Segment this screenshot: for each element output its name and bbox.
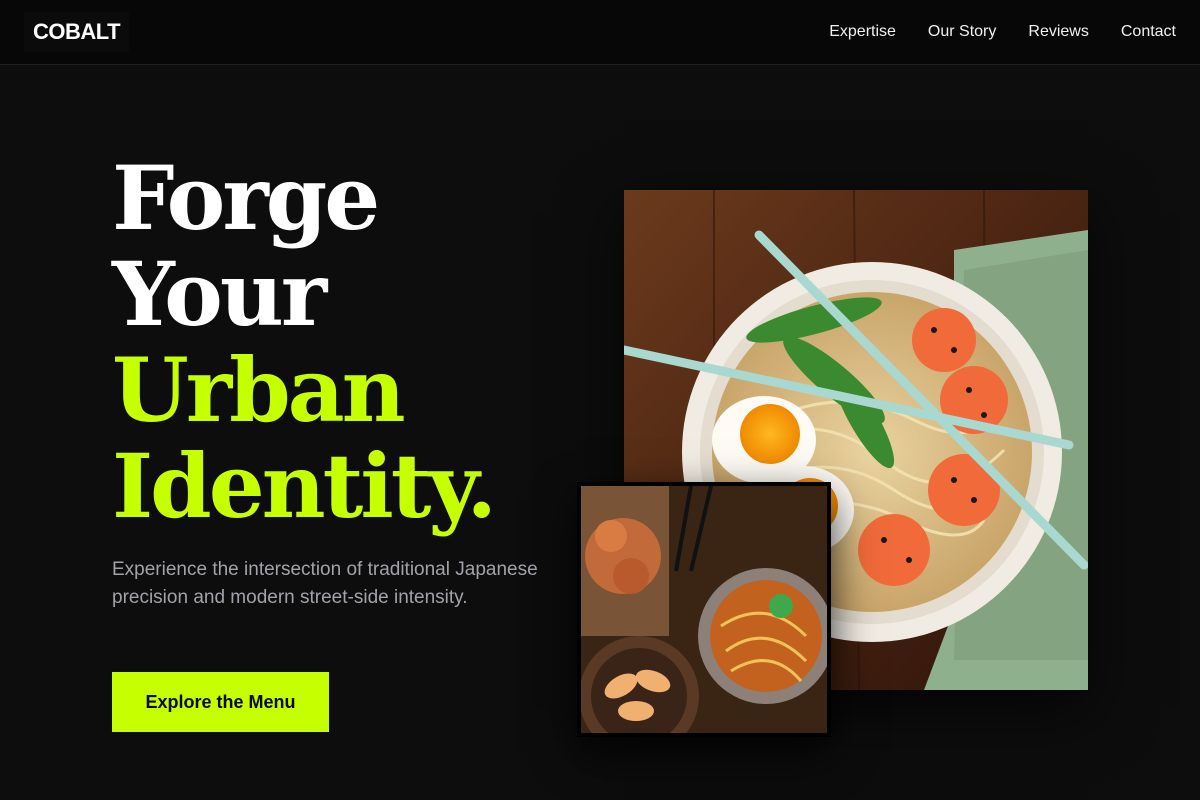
brand-logo[interactable]: COBALT bbox=[24, 12, 130, 52]
main-nav: Expertise Our Story Reviews Contact bbox=[829, 0, 1176, 64]
hero-headline: Forge Your Urban Identity. bbox=[112, 146, 497, 538]
japanese-dishes-illustration bbox=[581, 486, 827, 733]
nav-link-expertise[interactable]: Expertise bbox=[829, 23, 896, 41]
explore-menu-button[interactable]: Explore the Menu bbox=[112, 672, 329, 732]
headline-line-identity: Identity. bbox=[112, 434, 497, 538]
hero-description: Experience the intersection of tradition… bbox=[112, 559, 538, 608]
nav-link-reviews[interactable]: Reviews bbox=[1028, 23, 1088, 41]
top-navigation-bar: COBALT Expertise Our Story Reviews Conta… bbox=[0, 0, 1200, 65]
headline-line-your: Your bbox=[112, 242, 327, 346]
headline-line-forge: Forge bbox=[112, 146, 380, 250]
nav-link-contact[interactable]: Contact bbox=[1121, 23, 1176, 41]
headline-line-urban: Urban bbox=[112, 338, 406, 442]
japanese-dishes-photo bbox=[577, 482, 831, 737]
nav-link-our-story[interactable]: Our Story bbox=[928, 23, 996, 41]
